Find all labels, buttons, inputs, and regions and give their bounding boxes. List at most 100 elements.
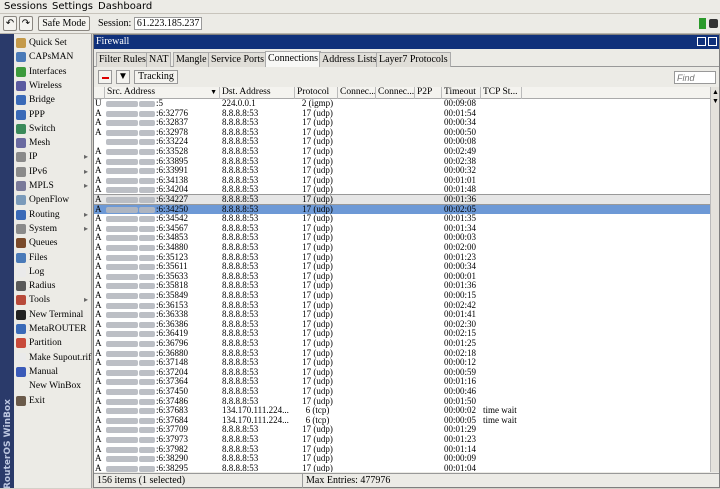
table-row[interactable]: A:6:34204 8.8.8.8:53 17 (udp) 00:01:48 — [94, 185, 710, 194]
tab-address-lists[interactable]: Address Lists — [319, 52, 380, 67]
col-connection-mark[interactable]: Connec... — [376, 87, 415, 99]
sidebar-item-switch[interactable]: Switch — [14, 122, 92, 136]
remove-button[interactable] — [98, 70, 112, 84]
sidebar-item-openflow[interactable]: OpenFlow — [14, 193, 92, 207]
table-row[interactable]: A:6:35849 8.8.8.8:53 17 (udp) 00:00:15 — [94, 291, 710, 300]
tab-filter-rules[interactable]: Filter Rules — [96, 52, 149, 67]
col-p2p[interactable]: P2P — [415, 87, 442, 99]
cell-text: 2 (igmp) — [301, 99, 334, 108]
scroll-up-icon[interactable]: ▲ — [712, 88, 719, 96]
table-row[interactable]: A:6:32978 8.8.8.8:53 17 (udp) 00:00:50 — [94, 128, 710, 137]
sidebar-item-ppp[interactable]: PPP — [14, 108, 92, 122]
table-row[interactable]: A:6:35123 8.8.8.8:53 17 (udp) 00:01:23 — [94, 253, 710, 262]
menu-sessions[interactable]: Sessions — [4, 1, 47, 12]
table-row[interactable]: A:6:36153 8.8.8.8:53 17 (udp) 00:02:42 — [94, 301, 710, 310]
table-row[interactable]: A:6:37709 8.8.8.8:53 17 (udp) 00:01:29 — [94, 425, 710, 434]
table-row[interactable]: A:6:35818 8.8.8.8:53 17 (udp) 00:01:36 — [94, 281, 710, 290]
vertical-scrollbar[interactable]: ▲ ▼ — [710, 87, 719, 472]
col-timeout[interactable]: Timeout — [442, 87, 481, 99]
table-row[interactable]: A:6:37450 8.8.8.8:53 17 (udp) 00:00:46 — [94, 387, 710, 396]
sidebar-item-new-terminal[interactable]: New Terminal — [14, 308, 92, 322]
table-row[interactable]: A:6:36338 8.8.8.8:53 17 (udp) 00:01:41 — [94, 310, 710, 319]
sidebar-item-tools[interactable]: Tools ▸ — [14, 293, 92, 307]
table-row[interactable]: A:6:34250 8.8.8.8:53 17 (udp) 00:02:05 — [94, 204, 710, 214]
sidebar-item-capsman[interactable]: CAPsMAN — [14, 50, 92, 64]
table-row[interactable]: A:6:36796 8.8.8.8:53 17 (udp) 00:01:25 — [94, 339, 710, 348]
sidebar-item-queues[interactable]: Queues — [14, 236, 92, 250]
sidebar-item-wireless[interactable]: Wireless — [14, 79, 92, 93]
sidebar-item-new-winbox[interactable]: New WinBox — [14, 379, 92, 393]
sidebar-item-ipv6[interactable]: IPv6 ▸ — [14, 165, 92, 179]
table-row[interactable]: :6:33224 8.8.8.8:53 17 (udp) 00:00:08 — [94, 137, 710, 146]
col-tcp-state[interactable]: TCP St... — [481, 87, 522, 99]
window-title-bar[interactable]: Firewall — [94, 35, 719, 49]
tab-service-ports[interactable]: Service Ports — [208, 52, 268, 67]
menu-dashboard[interactable]: Dashboard — [98, 1, 152, 12]
sidebar-item-partition[interactable]: Partition — [14, 336, 92, 350]
sidebar-item-make-supout-rif[interactable]: Make Supout.rif — [14, 351, 92, 365]
table-row[interactable]: A:6:34880 8.8.8.8:53 17 (udp) 00:02:00 — [94, 243, 710, 252]
close-icon[interactable] — [708, 37, 717, 46]
sidebar-item-mesh[interactable]: Mesh — [14, 136, 92, 150]
sidebar-item-ip[interactable]: IP ▸ — [14, 150, 92, 164]
sidebar-item-mpls[interactable]: MPLS ▸ — [14, 179, 92, 193]
table-row[interactable]: A:6:33895 8.8.8.8:53 17 (udp) 00:02:38 — [94, 157, 710, 166]
sidebar-item-radius[interactable]: Radius — [14, 279, 92, 293]
tab-nat[interactable]: NAT — [146, 52, 172, 67]
table-row[interactable]: A:6:32776 8.8.8.8:53 17 (udp) 00:01:54 — [94, 109, 710, 118]
sidebar-item-bridge[interactable]: Bridge — [14, 93, 92, 107]
sidebar-item-manual[interactable]: Manual — [14, 365, 92, 379]
cell-text: 8.8.8.8:53 — [222, 454, 259, 464]
table-row[interactable]: A:6:37683 134.170.111.224... 6 (tcp) 00:00:… — [94, 406, 710, 415]
sidebar-item-system[interactable]: System ▸ — [14, 222, 92, 236]
redo-button[interactable]: ↷ — [19, 16, 33, 31]
tracking-button[interactable]: Tracking — [134, 70, 178, 84]
table-row[interactable]: A:6:32837 8.8.8.8:53 17 (udp) 00:00:34 — [94, 118, 710, 127]
sidebar-item-exit[interactable]: Exit — [14, 394, 92, 408]
menu-settings[interactable]: Settings — [52, 1, 93, 12]
table-row[interactable]: A:6:37148 8.8.8.8:53 17 (udp) 00:00:12 — [94, 358, 710, 367]
filter-button[interactable]: ▼ — [116, 70, 130, 84]
table-row[interactable]: A:6:36386 8.8.8.8:53 17 (udp) 00:02:30 — [94, 320, 710, 329]
table-row[interactable]: A:6:37486 8.8.8.8:53 17 (udp) 00:01:50 — [94, 397, 710, 406]
table-row[interactable]: A:6:34138 8.8.8.8:53 17 (udp) 00:01:01 — [94, 176, 710, 185]
table-row[interactable]: A:6:34567 8.8.8.8:53 17 (udp) 00:01:34 — [94, 224, 710, 233]
sidebar-item-interfaces[interactable]: Interfaces — [14, 65, 92, 79]
col-flags[interactable] — [94, 87, 105, 99]
maximize-icon[interactable] — [697, 37, 706, 46]
col-protocol[interactable]: Protocol — [295, 87, 338, 99]
table-row[interactable]: U:5 224.0.0.1 2 (igmp) 00:09:08 — [94, 99, 710, 108]
table-row[interactable]: A:6:36880 8.8.8.8:53 17 (udp) 00:02:18 — [94, 349, 710, 358]
table-row[interactable]: A:6:34542 8.8.8.8:53 17 (udp) 00:01:35 — [94, 214, 710, 223]
table-row[interactable]: A:6:38295 8.8.8.8:53 17 (udp) 00:01:04 — [94, 464, 710, 472]
sidebar-item-routing[interactable]: Routing ▸ — [14, 208, 92, 222]
table-row[interactable]: A:6:37204 8.8.8.8:53 17 (udp) 00:00:59 — [94, 368, 710, 377]
tab-mangle[interactable]: Mangle — [173, 52, 210, 67]
tab-connections[interactable]: Connections — [265, 51, 321, 67]
table-row[interactable]: A:6:37684 134.170.111.224... 6 (tcp) 00:00:… — [94, 416, 710, 425]
undo-button[interactable]: ↶ — [3, 16, 17, 31]
col-connection-type[interactable]: Connec... — [338, 87, 376, 99]
tab-layer7-protocols[interactable]: Layer7 Protocols — [376, 52, 451, 67]
col-src-address[interactable]: Src. Address ▼ — [105, 87, 220, 99]
sidebar-item-log[interactable]: Log — [14, 265, 92, 279]
table-row[interactable]: A:6:37982 8.8.8.8:53 17 (udp) 00:01:14 — [94, 445, 710, 454]
table-row[interactable]: A:6:38290 8.8.8.8:53 17 (udp) 00:00:09 — [94, 454, 710, 463]
redacted-address — [139, 350, 155, 357]
table-row[interactable]: A:6:35633 8.8.8.8:53 17 (udp) 00:00:01 — [94, 272, 710, 281]
find-input[interactable] — [674, 71, 716, 84]
table-row[interactable]: A:6:34853 8.8.8.8:53 17 (udp) 00:00:03 — [94, 233, 710, 242]
sidebar-item-files[interactable]: Files — [14, 251, 92, 265]
col-dst-address[interactable]: Dst. Address — [220, 87, 295, 99]
sidebar-item-quick-set[interactable]: Quick Set — [14, 36, 92, 50]
sidebar-item-metarouter[interactable]: MetaROUTER — [14, 322, 92, 336]
scroll-down-icon[interactable]: ▼ — [712, 97, 719, 105]
table-row[interactable]: A:6:35611 8.8.8.8:53 17 (udp) 00:00:34 — [94, 262, 710, 271]
table-row[interactable]: A:6:33991 8.8.8.8:53 17 (udp) 00:00:32 — [94, 166, 710, 175]
table-row[interactable]: A:6:34227 8.8.8.8:53 17 (udp) 00:01:36 — [94, 194, 710, 205]
table-row[interactable]: A:6:36419 8.8.8.8:53 17 (udp) 00:02:15 — [94, 329, 710, 338]
safe-mode-button[interactable]: Safe Mode — [38, 16, 90, 31]
table-row[interactable]: A:6:37973 8.8.8.8:53 17 (udp) 00:01:23 — [94, 435, 710, 444]
table-row[interactable]: A:6:37364 8.8.8.8:53 17 (udp) 00:01:16 — [94, 377, 710, 386]
table-row[interactable]: A:6:33528 8.8.8.8:53 17 (udp) 00:02:49 — [94, 147, 710, 156]
